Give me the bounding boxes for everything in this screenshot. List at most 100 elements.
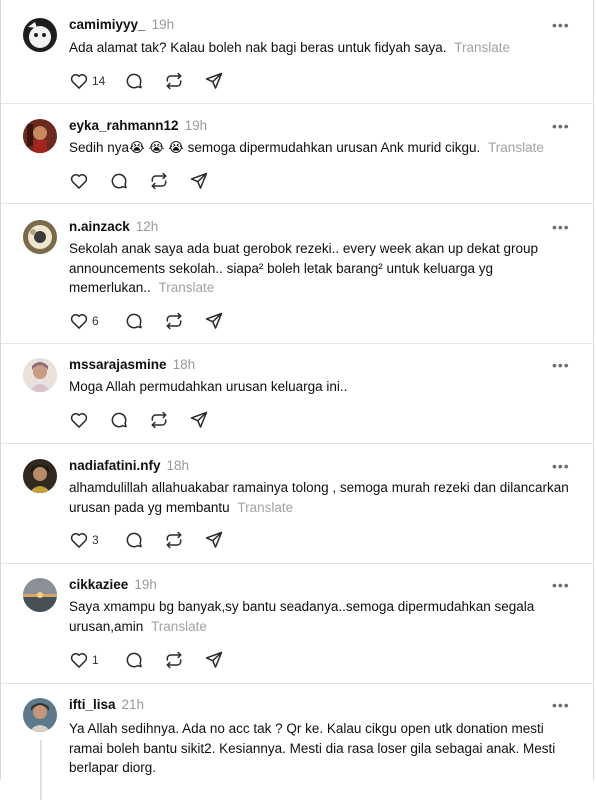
reply-post[interactable]: camimiyyy_ 19h ••• Ada alamat tak? Kalau bo… <box>1 0 594 104</box>
like-button[interactable] <box>69 410 89 430</box>
share-button[interactable] <box>204 650 224 670</box>
post-header: cikkaziee 19h <box>69 577 157 595</box>
post-actions <box>69 171 249 191</box>
comment-icon <box>124 71 144 91</box>
avatar[interactable] <box>23 698 57 732</box>
repost-icon <box>164 71 184 91</box>
more-options-icon[interactable]: ••• <box>552 18 569 32</box>
like-button[interactable] <box>69 171 89 191</box>
share-button[interactable] <box>204 311 224 331</box>
thread-connector-line <box>40 740 42 800</box>
post-header: mssarajasmine 18h <box>69 357 195 375</box>
share-button[interactable] <box>189 410 209 430</box>
reply-post[interactable]: nadiafatini.nfy 18h ••• alhamdulillah allah… <box>1 444 594 564</box>
translate-link[interactable]: Translate <box>454 40 510 55</box>
heart-icon <box>69 530 89 550</box>
comment-icon <box>124 650 144 670</box>
reply-post[interactable]: eyka_rahmann12 19h ••• Sedih nya😭 😭 😭 semog… <box>1 104 594 204</box>
username-link[interactable]: ifti_lisa <box>69 697 116 712</box>
post-header: ifti_lisa 21h <box>69 697 144 715</box>
post-header: n.ainzack 12h <box>69 219 158 237</box>
heart-icon <box>69 311 89 331</box>
repost-button[interactable] <box>164 311 184 331</box>
more-options-icon[interactable]: ••• <box>552 698 569 712</box>
repost-button[interactable] <box>164 530 184 550</box>
comment-icon <box>124 530 144 550</box>
reply-button[interactable] <box>124 530 144 550</box>
reply-button[interactable] <box>124 650 144 670</box>
comment-icon <box>109 171 129 191</box>
reply-post[interactable]: ifti_lisa 21h ••• Ya Allah sedihnya. Ada no… <box>1 684 594 800</box>
post-text: Ya Allah sedihnya. Ada no acc tak ? Qr k… <box>69 719 569 778</box>
reply-button[interactable] <box>124 71 144 91</box>
post-actions: 14 <box>69 71 249 91</box>
more-options-icon[interactable]: ••• <box>552 578 569 592</box>
heart-icon <box>69 650 89 670</box>
repost-icon <box>149 171 169 191</box>
share-button[interactable] <box>204 71 224 91</box>
reply-post[interactable]: n.ainzack 12h ••• Sekolah anak saya ada bua… <box>1 204 594 344</box>
like-button[interactable]: 3 <box>69 530 99 550</box>
repost-icon <box>164 530 184 550</box>
post-body: Sekolah anak saya ada buat gerobok rezek… <box>69 241 539 295</box>
more-options-icon[interactable]: ••• <box>552 459 569 473</box>
post-text: Sedih nya😭 😭 😭 semoga dipermudahkan urus… <box>69 138 569 158</box>
avatar[interactable] <box>23 119 57 153</box>
share-icon <box>204 311 224 331</box>
post-body: Ya Allah sedihnya. Ada no acc tak ? Qr k… <box>69 721 556 775</box>
username-link[interactable]: camimiyyy_ <box>69 17 146 32</box>
like-button[interactable]: 14 <box>69 71 105 91</box>
post-body: Saya xmampu bg banyak,sy bantu seadanya.… <box>69 599 535 634</box>
share-icon <box>189 171 209 191</box>
username-link[interactable]: n.ainzack <box>69 219 130 234</box>
reply-button[interactable] <box>109 410 129 430</box>
more-options-icon[interactable]: ••• <box>552 220 569 234</box>
share-button[interactable] <box>189 171 209 191</box>
username-link[interactable]: mssarajasmine <box>69 357 167 372</box>
post-text: Moga Allah permudahkan urusan keluarga i… <box>69 377 569 397</box>
post-text: Sekolah anak saya ada buat gerobok rezek… <box>69 239 569 298</box>
reply-post[interactable]: cikkaziee 19h ••• Saya xmampu bg banyak,sy … <box>1 564 594 684</box>
translate-link[interactable]: Translate <box>488 140 544 155</box>
repost-button[interactable] <box>149 410 169 430</box>
translate-link[interactable]: Translate <box>151 619 207 634</box>
avatar[interactable] <box>23 358 57 392</box>
username-link[interactable]: nadiafatini.nfy <box>69 458 161 473</box>
reply-post[interactable]: mssarajasmine 18h ••• Moga Allah permudahka… <box>1 344 594 444</box>
post-body: Sedih nya😭 😭 😭 semoga dipermudahkan urus… <box>69 140 481 155</box>
username-link[interactable]: eyka_rahmann12 <box>69 118 179 133</box>
post-timestamp: 19h <box>134 577 157 592</box>
repost-button[interactable] <box>149 171 169 191</box>
like-count: 3 <box>92 533 99 547</box>
avatar[interactable] <box>23 459 57 493</box>
like-button[interactable]: 6 <box>69 311 99 331</box>
post-actions: 3 <box>69 530 249 550</box>
post-text: Ada alamat tak? Kalau boleh nak bagi ber… <box>69 38 569 58</box>
post-body: Moga Allah permudahkan urusan keluarga i… <box>69 379 348 394</box>
post-body: alhamdulillah allahuakabar ramainya tolo… <box>69 480 569 515</box>
post-header: nadiafatini.nfy 18h <box>69 458 189 476</box>
avatar[interactable] <box>23 18 57 52</box>
repost-button[interactable] <box>164 650 184 670</box>
avatar[interactable] <box>23 220 57 254</box>
like-button[interactable]: 1 <box>69 650 99 670</box>
more-options-icon[interactable]: ••• <box>552 358 569 372</box>
share-button[interactable] <box>204 530 224 550</box>
post-timestamp: 18h <box>172 357 196 372</box>
post-header: camimiyyy_ 19h <box>69 17 174 35</box>
post-timestamp: 12h <box>135 219 159 234</box>
comment-icon <box>109 410 129 430</box>
heart-icon <box>69 171 89 191</box>
post-timestamp: 21h <box>121 697 145 712</box>
post-text: alhamdulillah allahuakabar ramainya tolo… <box>69 478 569 517</box>
repost-button[interactable] <box>164 71 184 91</box>
post-timestamp: 18h <box>166 458 190 473</box>
translate-link[interactable]: Translate <box>159 280 215 295</box>
more-options-icon[interactable]: ••• <box>552 119 569 133</box>
reply-button[interactable] <box>109 171 129 191</box>
reply-button[interactable] <box>124 311 144 331</box>
avatar[interactable] <box>23 578 57 612</box>
like-count: 14 <box>92 74 106 88</box>
username-link[interactable]: cikkaziee <box>69 577 128 592</box>
translate-link[interactable]: Translate <box>237 500 293 515</box>
